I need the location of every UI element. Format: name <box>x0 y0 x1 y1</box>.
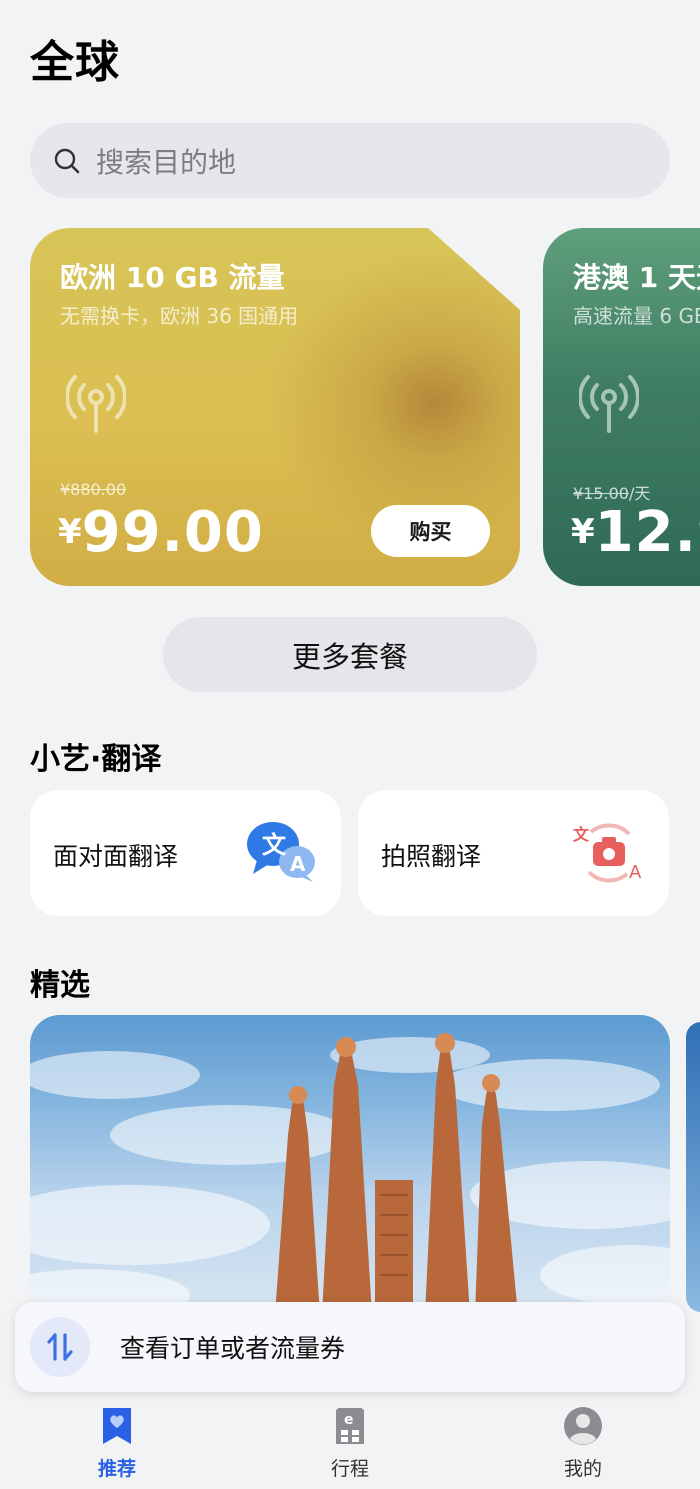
bottom-tab-bar: 推荐 e 行程 我的 <box>0 1392 700 1489</box>
package-title: 欧洲 10 GB 流量 <box>60 261 285 294</box>
package-price: ¥99.00 <box>58 500 264 565</box>
tab-itinerary[interactable]: e 行程 <box>300 1406 400 1481</box>
signal-tower-icon <box>579 375 639 433</box>
package-card-europe[interactable]: 欧洲 10 GB 流量 无需换卡，欧洲 36 国通用 ¥880.00 ¥99.0… <box>30 228 520 586</box>
tab-mine-label: 我的 <box>563 1458 602 1480</box>
photo-translate-card[interactable]: 拍照翻译 文 A <box>358 790 669 916</box>
orders-coupons-bar[interactable]: 查看订单或者流量券 <box>15 1302 685 1392</box>
featured-destination-image[interactable] <box>30 1015 670 1315</box>
featured-section-title: 精选 <box>30 968 90 1003</box>
orders-coupons-label: 查看订单或者流量券 <box>120 1334 346 1363</box>
original-price: ¥880.00 <box>60 480 127 499</box>
package-title: 港澳 1 天无 <box>573 261 700 294</box>
photo-translate-icon: 文 A <box>573 823 642 883</box>
tab-recommend-label: 推荐 <box>97 1458 136 1480</box>
svg-text:文: 文 <box>573 825 590 844</box>
package-subtitle: 无需换卡，欧洲 36 国通用 <box>60 304 299 328</box>
next-featured-image[interactable] <box>686 1022 700 1312</box>
svg-text:文: 文 <box>262 831 287 859</box>
buy-button[interactable]: 购买 <box>371 505 490 557</box>
signal-tower-icon <box>66 375 126 433</box>
tab-mine[interactable]: 我的 <box>533 1406 633 1481</box>
photo-translate-label: 拍照翻译 <box>381 842 482 871</box>
package-card-hk-macau[interactable]: 港澳 1 天无 高速流量 6 GB ¥15.00/天 ¥12.9 <box>543 228 700 586</box>
search-bar[interactable]: 搜索目的地 <box>30 123 670 198</box>
tab-itinerary-label: 行程 <box>330 1458 369 1480</box>
swap-arrows-icon <box>30 1317 90 1377</box>
tab-recommend[interactable]: 推荐 <box>67 1406 167 1481</box>
face-to-face-translate-card[interactable]: 面对面翻译 文 A <box>30 790 341 916</box>
sagrada-familia-photo <box>30 1033 670 1315</box>
bookmark-heart-icon <box>103 1408 131 1444</box>
more-packages-button[interactable]: 更多套餐 <box>163 617 537 692</box>
page-title: 全球 <box>30 37 120 88</box>
svg-text:A: A <box>629 862 642 883</box>
profile-icon <box>564 1407 602 1445</box>
svg-text:e: e <box>344 1412 354 1428</box>
package-carousel[interactable]: 欧洲 10 GB 流量 无需换卡，欧洲 36 国通用 ¥880.00 ¥99.0… <box>0 228 700 588</box>
itinerary-icon: e <box>336 1408 364 1444</box>
svg-text:A: A <box>290 852 306 876</box>
face-to-face-translate-label: 面对面翻译 <box>53 842 179 871</box>
face-to-face-translate-icon: 文 A <box>247 822 315 882</box>
search-placeholder: 搜索目的地 <box>96 145 237 179</box>
search-icon <box>54 148 80 173</box>
translate-section-title: 小艺·翻译 <box>30 742 162 777</box>
package-price: ¥12.9 <box>571 500 700 565</box>
package-subtitle: 高速流量 6 GB <box>573 304 700 328</box>
